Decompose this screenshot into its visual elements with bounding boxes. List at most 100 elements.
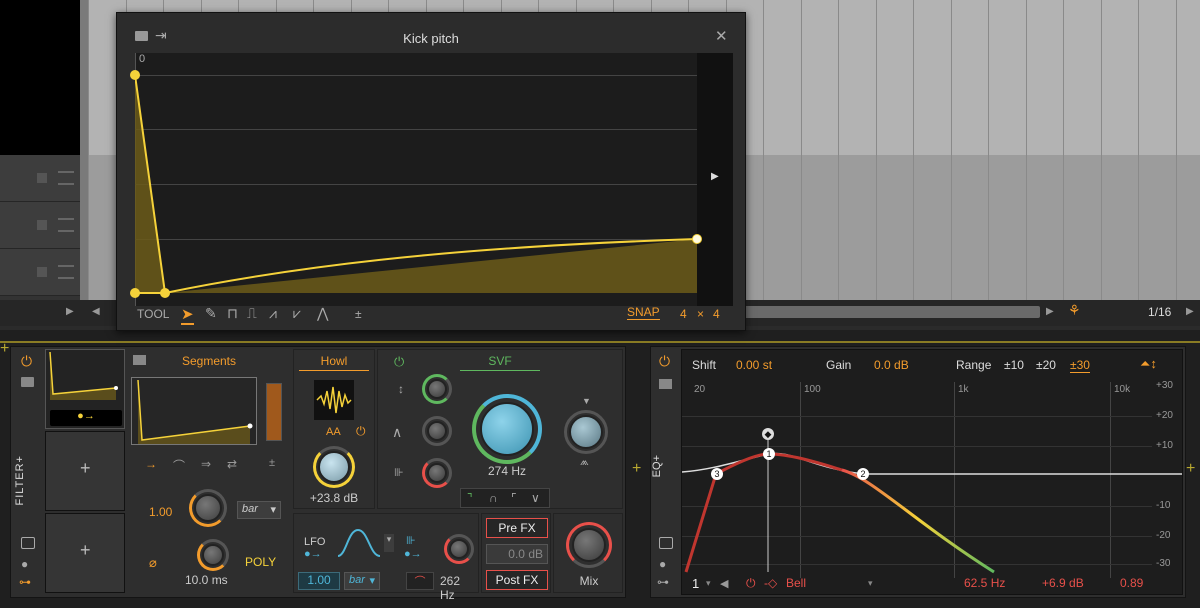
add-device-icon[interactable]: +: [1186, 460, 1195, 478]
notch-icon[interactable]: ∨: [531, 491, 540, 505]
pre-fx-button[interactable]: Pre FX: [486, 518, 548, 538]
svf-cutoff-knob-body[interactable]: [480, 402, 534, 456]
scroll-right-icon[interactable]: ▶: [1046, 306, 1054, 317]
svf-type-selector[interactable]: ⌝ ∩ ⌜ ∨: [460, 488, 550, 508]
band-gain-value[interactable]: +6.9 dB: [1042, 576, 1084, 590]
envelope-graph[interactable]: 0 ▶: [130, 53, 733, 306]
chevron-down-icon[interactable]: ▾: [868, 578, 873, 589]
zoom-grid-value[interactable]: 1/16: [1148, 305, 1171, 319]
pulse-tool-icon[interactable]: ⎍: [247, 305, 257, 322]
arrangement-scroll-thumb[interactable]: [740, 306, 1040, 318]
pointer-tool-icon[interactable]: ➤: [181, 305, 194, 325]
highpass-icon[interactable]: ⌜: [511, 491, 517, 505]
segments-rate-knob-body[interactable]: [194, 494, 222, 522]
mod-shape-icon[interactable]: ⌒: [406, 572, 434, 590]
band-type[interactable]: Bell: [786, 576, 806, 590]
post-fx-button[interactable]: Post FX: [486, 570, 548, 590]
howl-power-icon[interactable]: ⏻: [356, 424, 366, 439]
slot-empty[interactable]: +: [45, 431, 125, 511]
svf-power-icon[interactable]: ⏻: [394, 354, 404, 370]
add-device-icon[interactable]: +: [0, 340, 9, 358]
pencil-tool-icon[interactable]: ✎: [205, 305, 217, 322]
envelope-point[interactable]: [160, 288, 170, 298]
lfo-mode-dropdown[interactable]: bar ▾: [344, 572, 380, 590]
modulator-icon[interactable]: ●: [21, 557, 28, 571]
band-freq-value[interactable]: 62.5 Hz: [964, 576, 1005, 590]
segment-retrigger-icon[interactable]: ⇒: [201, 457, 211, 471]
band-q-value[interactable]: 0.89: [1120, 576, 1143, 590]
lfo-shape-dropdown-icon[interactable]: ▾: [384, 534, 394, 552]
envelope-point[interactable]: [130, 70, 140, 80]
modulator-icon[interactable]: ●: [659, 557, 666, 571]
svf-mode-knob-body[interactable]: [569, 415, 603, 449]
bipolar-toggle[interactable]: ±: [355, 307, 362, 321]
bandpass-type-icon[interactable]: ∩: [489, 491, 498, 505]
ramp-down-tool-icon[interactable]: ⩗: [293, 305, 301, 322]
folder-icon[interactable]: [659, 379, 672, 389]
no-icon[interactable]: ⌀: [149, 555, 157, 571]
slot-empty[interactable]: +: [45, 513, 125, 593]
segments-envelope-editor[interactable]: [131, 377, 257, 445]
eq-node-handle-icon[interactable]: ◆: [762, 428, 774, 440]
add-device-icon[interactable]: +: [632, 460, 641, 478]
segment-sync-icon[interactable]: ⇄: [227, 457, 237, 471]
close-icon[interactable]: ✕: [715, 27, 728, 45]
triangle-tool-icon[interactable]: ⋀: [317, 305, 328, 322]
svf-drive-knob-body[interactable]: [427, 463, 447, 483]
lowpass-icon[interactable]: ⌝: [467, 491, 473, 505]
speaker-icon[interactable]: ◀: [720, 577, 728, 590]
lfo-waveform[interactable]: [336, 526, 382, 562]
folder-icon[interactable]: [21, 377, 34, 387]
square-tool-icon[interactable]: ⊓: [227, 305, 238, 322]
snap-denominator[interactable]: 4: [713, 307, 720, 321]
mix-knob-body[interactable]: [572, 528, 606, 562]
eq-display[interactable]: Shift 0.00 st Gain 0.0 dB Range ±10 ±20 …: [681, 349, 1183, 595]
device-power-icon[interactable]: ⏻: [659, 353, 670, 370]
segments-mode-dropdown[interactable]: bar ▾: [237, 501, 281, 519]
track-header[interactable]: [0, 155, 80, 202]
segments-time-knob-body[interactable]: [202, 544, 224, 566]
track-mute-icon[interactable]: [37, 220, 47, 230]
segment-loop-icon[interactable]: ⌒: [173, 457, 185, 474]
zoom-menu-icon[interactable]: ▶: [1186, 306, 1194, 317]
band-number[interactable]: 1: [692, 576, 699, 591]
add-icon[interactable]: +: [80, 458, 91, 479]
lfo-routing-icon[interactable]: ●→: [304, 548, 322, 560]
ramp-up-tool-icon[interactable]: ⩘: [269, 305, 277, 322]
segments-rate-value[interactable]: 1.00: [149, 505, 172, 519]
fx-gain-value[interactable]: 0.0 dB: [486, 544, 548, 564]
howl-waveform[interactable]: [314, 380, 354, 420]
mod-freq-knob-body[interactable]: [449, 539, 469, 559]
track-mute-icon[interactable]: [37, 173, 47, 183]
mod-routing-icon[interactable]: ●→: [404, 548, 422, 560]
band-power-icon[interactable]: ⏻: [746, 576, 756, 591]
scroll-back-icon[interactable]: ◀: [92, 306, 100, 317]
chevron-down-icon[interactable]: ▾: [706, 578, 711, 589]
lfo-rate-value[interactable]: 1.00: [298, 572, 340, 590]
poly-toggle[interactable]: POLY: [245, 555, 276, 569]
svf-resonance-knob-body[interactable]: [427, 379, 447, 399]
envelope-end-point[interactable]: [692, 234, 702, 244]
track-mute-icon[interactable]: [37, 267, 47, 277]
device-window-icon[interactable]: [659, 537, 673, 549]
howl-gain-knob-body[interactable]: [318, 451, 350, 483]
track-header[interactable]: [0, 202, 80, 249]
scroll-left-icon[interactable]: ▶: [66, 306, 74, 317]
slot-segments[interactable]: ●→: [45, 349, 125, 429]
snap-toggle[interactable]: SNAP: [627, 305, 660, 320]
eq-node-1[interactable]: 1: [763, 448, 775, 460]
eq-node-2[interactable]: 2: [857, 468, 869, 480]
routing-icon[interactable]: ⊶: [19, 575, 31, 589]
follow-icon[interactable]: ⚘: [1068, 302, 1081, 319]
snap-numerator[interactable]: 4: [680, 307, 687, 321]
bipolar-toggle[interactable]: ±: [269, 457, 275, 469]
add-icon[interactable]: +: [80, 540, 91, 561]
eq-node-3[interactable]: 3: [711, 468, 723, 480]
envelope-point[interactable]: [130, 288, 140, 298]
device-window-icon[interactable]: [21, 537, 35, 549]
routing-icon[interactable]: ⊶: [657, 575, 669, 589]
track-header[interactable]: [0, 249, 80, 296]
svf-shape-knob-body[interactable]: [427, 421, 447, 441]
device-power-icon[interactable]: ⏻: [21, 353, 32, 370]
howl-aa-toggle[interactable]: AA: [326, 426, 341, 438]
